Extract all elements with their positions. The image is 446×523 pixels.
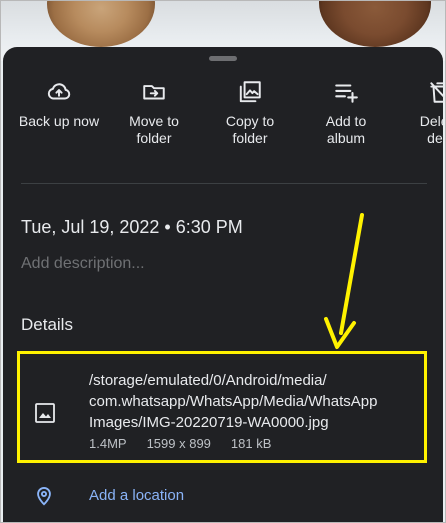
move-to-folder-label: Move to folder	[129, 113, 179, 146]
megapixels: 1.4MP	[89, 436, 127, 451]
drag-handle[interactable]	[209, 56, 237, 61]
cloud-upload-icon	[47, 83, 71, 100]
back-up-now-button[interactable]: Back up now	[18, 79, 100, 130]
add-to-album-button[interactable]: Add to album	[305, 79, 387, 147]
screenshot-frame: Back up now Move to folder Copy to folde…	[0, 0, 446, 523]
image-icon	[35, 403, 55, 423]
add-to-album-label: Add to album	[325, 113, 367, 146]
copy-to-folder-button[interactable]: Copy to folder	[209, 79, 291, 147]
delete-from-device-button[interactable]: Delete devi	[399, 79, 445, 147]
photo-cookie-right	[319, 1, 431, 47]
copy-to-folder-icon	[239, 81, 261, 103]
move-to-folder-button[interactable]: Move to folder	[113, 79, 195, 147]
file-path-line: Images/IMG-20220719-WA0000.jpg	[89, 414, 329, 431]
delete-icon	[430, 82, 445, 103]
move-to-folder-icon	[143, 85, 165, 100]
dimensions: 1599 x 899	[146, 436, 211, 451]
location-pin-icon	[37, 487, 51, 506]
delete-from-device-label: Delete devi	[419, 113, 445, 146]
file-path: /storage/emulated/0/Android/media/ com.w…	[89, 370, 377, 433]
back-up-now-label: Back up now	[18, 113, 100, 129]
add-description-field[interactable]: Add description...	[21, 255, 145, 273]
copy-to-folder-label: Copy to folder	[225, 113, 275, 146]
divider	[21, 183, 427, 184]
details-bottom-sheet: Back up now Move to folder Copy to folde…	[3, 47, 445, 522]
file-path-line: com.whatsapp/WhatsApp/Media/WhatsApp	[89, 393, 378, 410]
photo-cookie-left	[47, 1, 155, 47]
details-heading: Details	[21, 315, 73, 334]
add-to-album-icon	[335, 84, 358, 103]
file-path-line: /storage/emulated/0/Android/media/	[89, 372, 327, 389]
file-metadata: 1.4MP 1599 x 899 181 kB	[89, 436, 291, 451]
add-location-link[interactable]: Add a location	[89, 487, 184, 504]
file-size: 181 kB	[230, 436, 272, 451]
date-time[interactable]: Tue, Jul 19, 2022 • 6:30 PM	[21, 217, 243, 238]
